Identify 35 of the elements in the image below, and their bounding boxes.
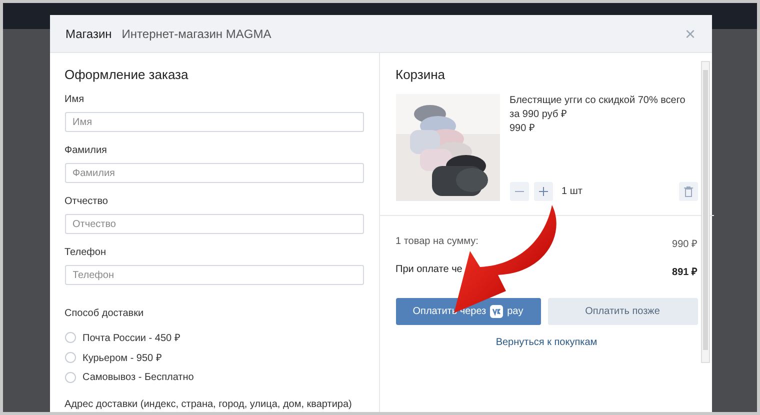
plus-icon — [538, 187, 548, 196]
input-field[interactable]: Телефон — [64, 265, 364, 285]
form-title: Оформление заказа — [64, 67, 190, 82]
field-label: Фамилия — [64, 145, 107, 156]
field-label: Имя — [64, 94, 84, 105]
product-name: Блестящие угги со скидкой 70% всего за 990 руб ₽ — [510, 94, 686, 122]
delete-button[interactable] — [678, 182, 698, 201]
minus-button[interactable] — [510, 182, 528, 201]
pay-label: pay — [507, 306, 524, 317]
radio-option[interactable]: Самовывоз - Бесплатно — [64, 367, 194, 387]
trash-icon — [684, 186, 692, 197]
summary-label: 1 товар на сумму: — [396, 236, 478, 249]
product-price: 990 ₽ — [510, 122, 536, 136]
back-link[interactable]: Вернуться к покупкам — [496, 337, 598, 348]
window-title: Магазин — [66, 26, 112, 40]
scrollbar[interactable] — [700, 61, 710, 363]
radio-option[interactable]: Курьером - 950 ₽ — [64, 347, 162, 367]
plus-button[interactable] — [534, 182, 552, 201]
input-field[interactable]: Отчество — [64, 214, 364, 234]
cart-title: Корзина — [396, 67, 446, 82]
pay-later-button[interactable]: Оплатить позже — [548, 298, 698, 325]
quantity: 1 шт — [562, 184, 582, 198]
summary-value: 990 ₽ — [672, 238, 698, 250]
summary-label: При оплате че — [396, 264, 462, 277]
shop-name: Интернет-магазин MAGMA — [122, 26, 272, 40]
delivery-label: Способ доставки — [64, 308, 144, 319]
logo-icon — [490, 305, 504, 318]
field-label: Отчество — [64, 196, 108, 207]
summary-value: 891 ₽ — [672, 266, 698, 278]
input-field[interactable]: Фамилия — [64, 163, 364, 183]
input-field[interactable]: Имя — [64, 112, 364, 132]
field-label: Телефон — [64, 247, 106, 258]
field-label: Адрес доставки (индекс, страна, город, улица, дом, квартира) — [64, 399, 352, 410]
pay-button[interactable]: Оплатить через pay — [396, 298, 540, 325]
radio-option[interactable]: Почта России - 450 ₽ — [64, 327, 180, 347]
